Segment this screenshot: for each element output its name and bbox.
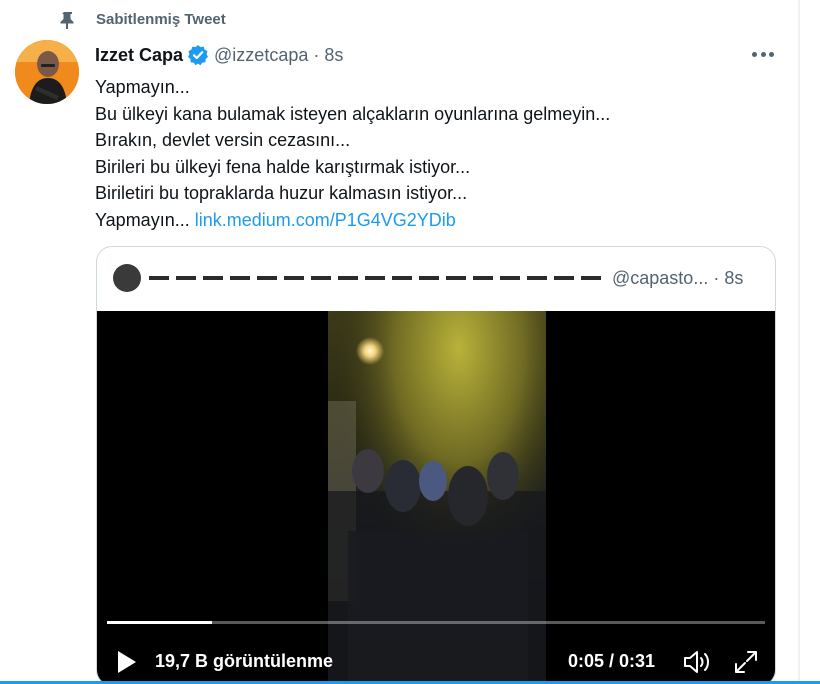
video-frame [328,311,546,684]
tweet-line-last: Yapmayın... link.medium.com/P1G4VG2YDib [95,207,610,234]
redacted-author-name [149,276,604,280]
tweet-line: Birileri bu ülkeyi fena halde karıştırma… [95,156,471,177]
video-progress-bar[interactable] [107,621,765,624]
pinned-indicator [56,10,80,30]
play-icon[interactable] [115,649,139,675]
pinned-label: Sabitlenmiş Tweet [96,11,226,28]
tweet-line: Bırakın, devlet versin cezasını... [95,130,351,150]
column-divider [798,0,800,684]
more-icon[interactable] [752,46,774,62]
separator-dot: · [313,44,320,65]
quoted-time[interactable]: 8s [724,268,743,289]
tweet-line: Yapmayın... [95,77,190,97]
tweet-line: Bu ülkeyi kana bulamak isteyen alçakları… [95,103,611,124]
volume-icon[interactable] [682,649,712,675]
video-player[interactable]: 19,7 B görüntülenme 0:05 / 0:31 [97,311,775,684]
tweet-text: Yapmayın... Bu ülkeyi kana bulamak istey… [95,74,610,233]
quoted-tweet[interactable]: @capasto... · 8s 19,7 B görüntülenme 0:0… [96,246,776,684]
quoted-tweet-header: @capasto... · 8s [113,264,763,292]
verified-badge-icon [187,44,209,66]
pin-icon [56,10,80,30]
tweet-line: Biriletiri bu topraklarda huzur kalmasın… [95,183,468,203]
separator-dot: · [713,267,720,288]
tweet-time[interactable]: 8s [324,45,343,66]
tweet-link[interactable]: link.medium.com/P1G4VG2YDib [195,210,456,230]
tweet-header: Izzet Capa @izzetcapa · 8s [95,43,343,67]
view-count: 19,7 B görüntülenme [155,651,334,671]
author-handle[interactable]: @izzetcapa [214,45,308,66]
avatar[interactable] [15,40,79,104]
quoted-handle[interactable]: @capasto... [612,268,708,289]
tweet-line-text: Yapmayın... [95,209,195,230]
video-duration: 0:05 / 0:31 [568,651,656,671]
fullscreen-icon[interactable] [733,649,759,675]
video-progress-fill [107,621,213,624]
quoted-avatar[interactable] [113,264,141,292]
author-name[interactable]: Izzet Capa [95,45,183,66]
